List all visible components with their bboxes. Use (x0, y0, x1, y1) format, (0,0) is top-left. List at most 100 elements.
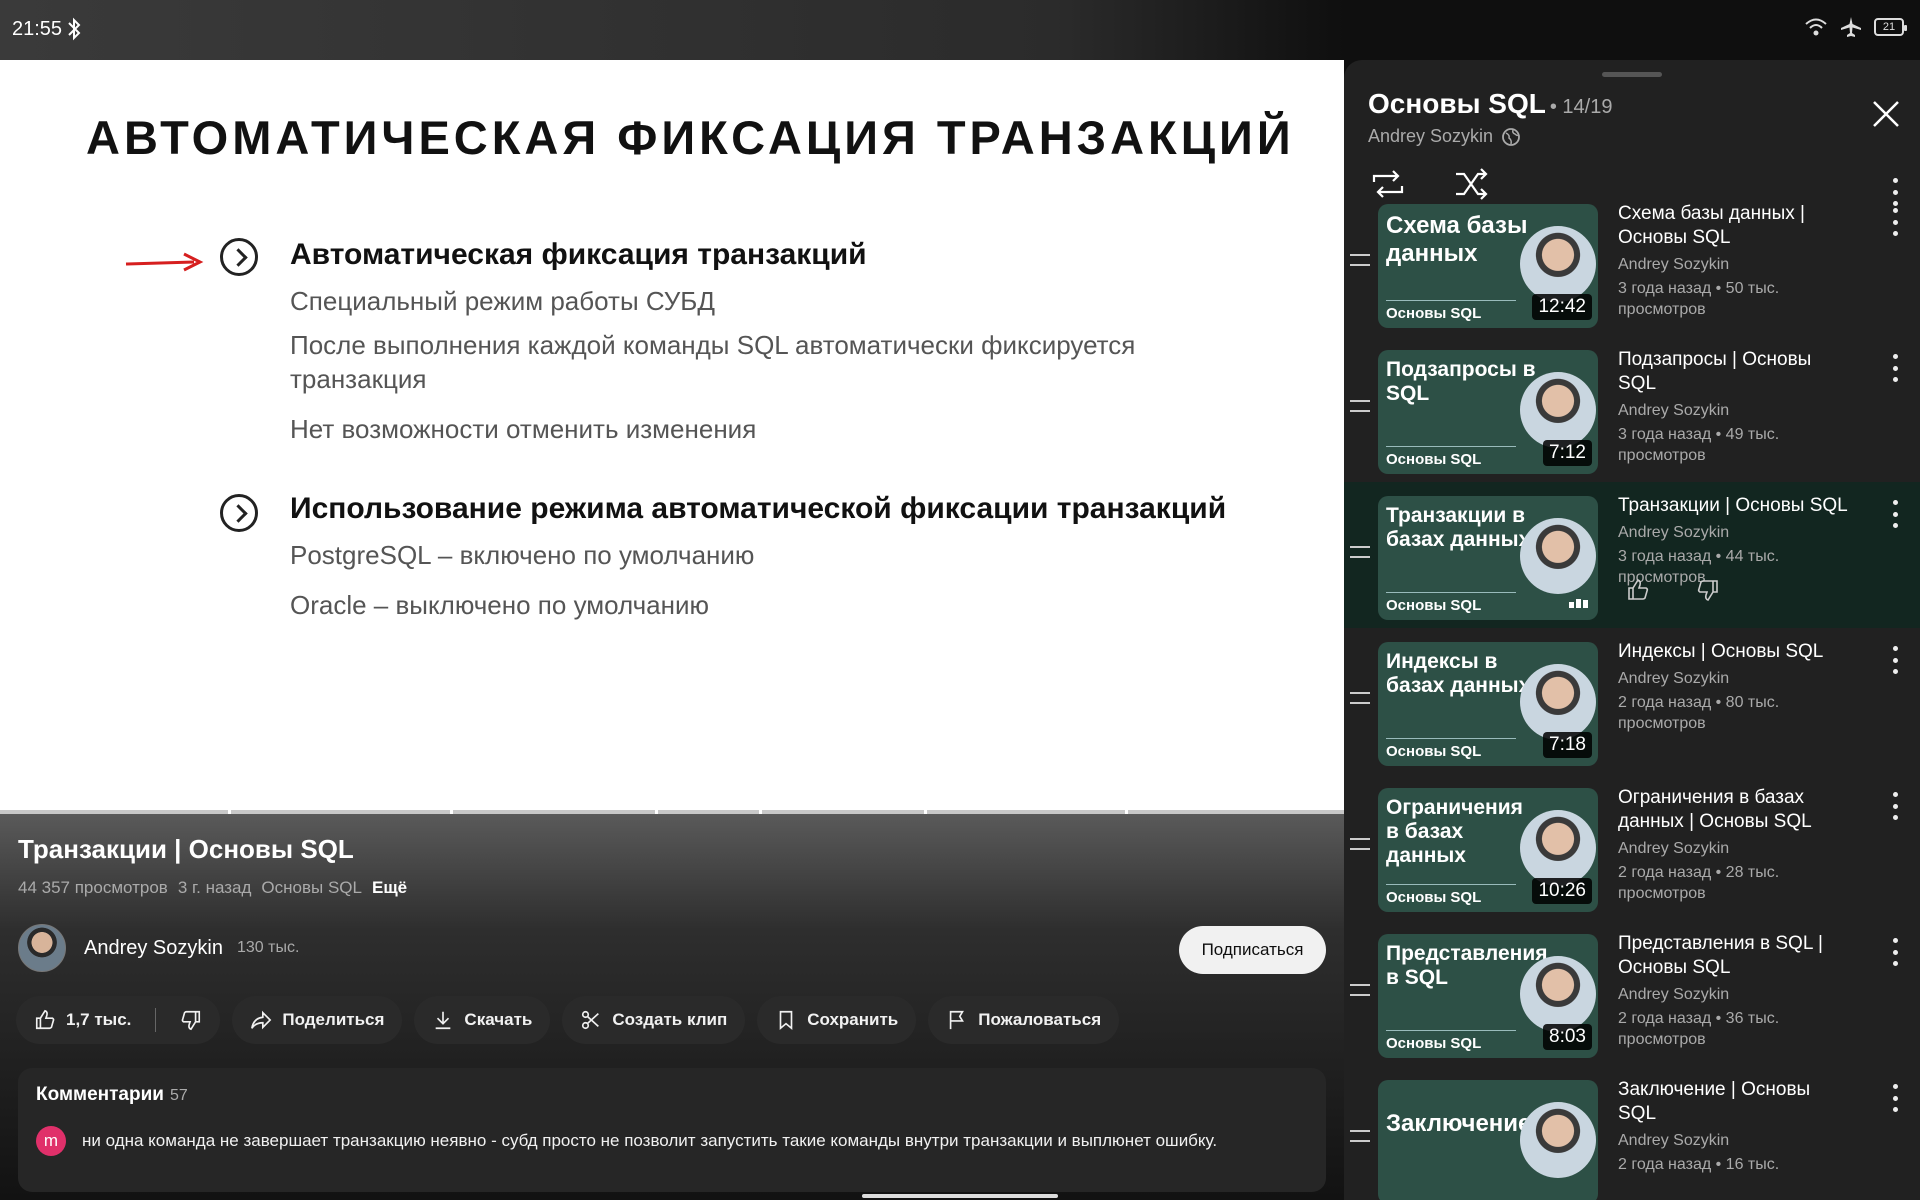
playlist-position: • 14/19 (1549, 96, 1613, 118)
item-menu-icon[interactable] (1890, 1084, 1900, 1112)
item-title: Представления в SQL | Основы SQL (1618, 933, 1823, 978)
playlist-item-current[interactable]: Транзакции в базах данных Основы SQL Тра… (1344, 482, 1920, 628)
playlist-tag[interactable]: Основы SQL (261, 878, 362, 898)
playlist-item[interactable]: Ограничения в базах данных Основы SQL 10… (1344, 774, 1920, 920)
save-button[interactable]: Сохранить (757, 996, 917, 1044)
subscriber-count: 130 тыс. (236, 939, 300, 956)
thumbs-down-icon[interactable] (1696, 578, 1720, 602)
channel-avatar[interactable] (18, 924, 66, 972)
video-meta[interactable]: 44 357 просмотров 3 г. назад Основы SQL … (18, 878, 407, 898)
drag-handle-icon[interactable] (1350, 254, 1370, 266)
presenter-photo (1520, 226, 1596, 302)
bluetooth-icon (68, 17, 81, 41)
divider (1386, 592, 1516, 593)
item-title: Заключение | Основы SQL (1618, 1079, 1811, 1124)
playlist-item[interactable]: Подзапросы в SQL Основы SQL 7:12 Подзапр… (1344, 336, 1920, 482)
playlist-item[interactable]: Индексы в базах данных Основы SQL 7:18 И… (1344, 628, 1920, 774)
drag-handle-icon[interactable] (1350, 400, 1370, 412)
like-count[interactable]: 1,7 тыс. (66, 1010, 131, 1030)
view-count: 44 357 просмотров (18, 878, 168, 897)
share-icon (251, 1010, 272, 1030)
item-menu-icon[interactable] (1890, 646, 1900, 674)
comments-section[interactable]: Комментарии 57 m ни одна команда не завер… (18, 1068, 1326, 1192)
presenter-photo (1520, 518, 1596, 594)
thumbnail-text: Схема базы данных (1386, 212, 1528, 267)
playlist-author-row: Andrey Sozykin (1368, 126, 1521, 147)
video-thumbnail[interactable]: Транзакции в базах данных Основы SQL (1378, 496, 1598, 620)
video-thumbnail[interactable]: Ограничения в базах данных Основы SQL 10… (1378, 788, 1598, 912)
item-title: Схема базы данных | Основы SQL (1618, 203, 1805, 248)
create-clip-label: Создать клип (612, 1010, 728, 1029)
video-duration: 8:03 (1543, 1024, 1592, 1050)
comment-text: ни одна команда не завершает транзакцию … (82, 1131, 1218, 1150)
share-label: Поделиться (282, 1010, 385, 1029)
comments-header: Комментарии 57 (36, 1084, 1308, 1106)
report-button[interactable]: Пожаловаться (928, 996, 1120, 1044)
create-clip-button[interactable]: Создать клип (562, 996, 746, 1044)
section-heading: Использование режима автоматической фикс… (290, 492, 1227, 525)
presenter-photo (1520, 956, 1596, 1032)
chevron-circle-icon (220, 238, 258, 276)
divider (1386, 738, 1516, 739)
item-menu-icon[interactable] (1890, 500, 1900, 528)
slide-text: Oracle – выключено по умолчанию (290, 590, 710, 620)
playlist-item[interactable]: Представления в SQL Основы SQL 8:03 Пред… (1344, 920, 1920, 1066)
drag-handle-icon[interactable] (1350, 838, 1370, 850)
item-info[interactable]: Заключение | Основы SQL Andrey Sozykin 2… (1618, 1078, 1848, 1175)
video-duration: 7:18 (1543, 732, 1592, 758)
item-menu-icon[interactable] (1890, 792, 1900, 820)
item-author: Andrey Sozykin (1618, 256, 1730, 273)
channel-name[interactable]: Andrey Sozykin (84, 937, 223, 960)
item-author: Andrey Sozykin (1618, 670, 1730, 687)
item-info[interactable]: Схема базы данных | Основы SQL Andrey So… (1618, 202, 1848, 320)
video-player[interactable]: АВТОМАТИЧЕСКАЯ ФИКСАЦИЯ ТРАНЗАКЦИЙ Автом… (0, 60, 1344, 814)
playlist-item[interactable]: Заключение Заключение | Основы SQL Andre… (1344, 1066, 1920, 1200)
thumbs-up-icon[interactable] (34, 1009, 56, 1031)
item-info[interactable]: Индексы | Основы SQL Andrey Sozykin 2 го… (1618, 640, 1848, 734)
share-button[interactable]: Поделиться (232, 996, 403, 1044)
red-arrow-icon (125, 252, 204, 272)
drag-handle-icon[interactable] (1350, 692, 1370, 704)
close-icon[interactable] (1866, 94, 1906, 134)
drag-handle[interactable] (1602, 72, 1662, 77)
drag-handle-icon[interactable] (1350, 984, 1370, 996)
more-link[interactable]: Ещё (372, 878, 407, 898)
item-author: Andrey Sozykin (1618, 986, 1730, 1003)
download-button[interactable]: Скачать (414, 996, 551, 1044)
top-comment[interactable]: m ни одна команда не завершает транзакци… (36, 1126, 1308, 1156)
item-feedback (1626, 578, 1720, 602)
playlist-author: Andrey Sozykin (1368, 126, 1494, 146)
drag-handle-icon[interactable] (1350, 546, 1370, 558)
video-details: Транзакции | Основы SQL 44 357 просмотро… (0, 814, 1344, 1200)
item-info[interactable]: Представления в SQL | Основы SQL Andrey … (1618, 932, 1848, 1050)
divider (155, 1008, 157, 1032)
thumbs-down-icon[interactable] (180, 1009, 202, 1031)
video-thumbnail[interactable]: Индексы в базах данных Основы SQL 7:18 (1378, 642, 1598, 766)
status-time: 21:55 (12, 18, 63, 40)
video-thumbnail[interactable]: Заключение (1378, 1080, 1598, 1200)
subscribe-button[interactable]: Подписаться (1179, 926, 1326, 974)
wifi-icon (1805, 18, 1827, 36)
comments-label: Комментарии (36, 1084, 164, 1105)
video-thumbnail[interactable]: Представления в SQL Основы SQL 8:03 (1378, 934, 1598, 1058)
home-indicator[interactable] (862, 1194, 1058, 1198)
drag-handle-icon[interactable] (1350, 1130, 1370, 1142)
playlist-item[interactable]: Схема базы данных Основы SQL 12:42 Схема… (1344, 190, 1920, 336)
item-info[interactable]: Ограничения в базах данных | Основы SQL … (1618, 786, 1848, 904)
item-menu-icon[interactable] (1890, 354, 1900, 382)
video-thumbnail[interactable]: Схема базы данных Основы SQL 12:42 (1378, 204, 1598, 328)
item-info[interactable]: Подзапросы | Основы SQL Andrey Sozykin 3… (1618, 348, 1848, 466)
bookmark-icon (779, 1010, 793, 1031)
item-title: Ограничения в базах данных | Основы SQL (1618, 787, 1812, 832)
flag-icon (950, 1010, 965, 1030)
item-stats: 2 года назад • 80 тыс. просмотров (1618, 694, 1780, 732)
channel-row[interactable]: Andrey Sozykin 130 тыс. (18, 924, 299, 972)
item-info[interactable]: Транзакции | Основы SQL Andrey Sozykin 3… (1618, 494, 1848, 588)
item-menu-icon[interactable] (1890, 938, 1900, 966)
video-thumbnail[interactable]: Подзапросы в SQL Основы SQL 7:12 (1378, 350, 1598, 474)
thumbs-up-icon[interactable] (1626, 578, 1650, 602)
playlist-name: Основы SQL (1368, 88, 1546, 119)
thumbnail-text: Ограничения в базах данных (1386, 796, 1523, 867)
item-stats: 3 года назад • 49 тыс. просмотров (1618, 426, 1780, 464)
item-menu-icon[interactable] (1890, 208, 1900, 236)
